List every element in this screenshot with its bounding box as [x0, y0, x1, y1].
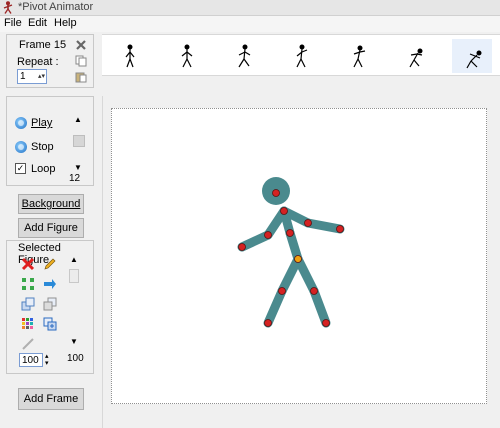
title-bar: *Pivot Animator: [0, 0, 500, 16]
figure-joint-handle[interactable]: [336, 225, 344, 233]
background-button-label[interactable]: Background: [22, 198, 81, 210]
canvas-area: [102, 96, 500, 428]
frame-thumbnail[interactable]: [395, 39, 435, 73]
menu-bar: File Edit Help: [0, 16, 500, 32]
duplicate-figure-icon[interactable]: [43, 317, 57, 331]
delete-figure-icon[interactable]: [21, 257, 35, 271]
send-backward-icon[interactable]: [43, 297, 57, 311]
speed-slider-thumb[interactable]: [73, 135, 85, 147]
add-figure-button[interactable]: Add Figure: [18, 218, 84, 238]
figure-limb[interactable]: [309, 286, 331, 328]
copy-frame-icon[interactable]: [75, 55, 87, 67]
menu-edit[interactable]: Edit: [28, 17, 47, 29]
edit-figure-icon[interactable]: [43, 257, 57, 271]
figure-joint-handle[interactable]: [238, 243, 246, 251]
frame-thumbnail[interactable]: [167, 39, 207, 73]
add-frame-button-label[interactable]: Add Frame: [24, 393, 78, 405]
frame-thumbnail[interactable]: [338, 39, 378, 73]
speed-up-arrow-icon[interactable]: ▲: [74, 115, 82, 124]
stick-figure[interactable]: [112, 109, 488, 405]
figure-pivot-handle[interactable]: [294, 255, 302, 263]
scroll-down-arrow-icon[interactable]: ▼: [70, 337, 78, 346]
background-button[interactable]: Background: [18, 194, 84, 214]
play-label[interactable]: Play: [31, 117, 52, 129]
app-icon: [3, 1, 13, 14]
frame-thumbnail[interactable]: [110, 39, 150, 73]
scrollbar-thumb[interactable]: [69, 269, 79, 283]
speed-slider[interactable]: ▲ ▼: [69, 111, 89, 173]
frame-thumbnail[interactable]: [281, 39, 321, 73]
join-figure-icon[interactable]: [21, 337, 35, 351]
selected-figure-panel: Selected Figure ▲ ▼ 100 ▴ ▾ 100: [6, 240, 94, 374]
frame-info-panel: Frame 15 Repeat : 1 ▴▾: [6, 34, 94, 88]
loop-check-box[interactable]: ✓: [15, 163, 26, 174]
figure-limb[interactable]: [263, 286, 287, 328]
flip-figure-icon[interactable]: [43, 277, 57, 291]
frame-thumbnail-current[interactable]: [452, 39, 492, 73]
add-figure-button-label[interactable]: Add Figure: [24, 222, 78, 234]
scale-input-value[interactable]: 100: [22, 355, 39, 366]
speed-value: 12: [69, 173, 81, 184]
window-title: *Pivot Animator: [18, 1, 94, 13]
figure-limb[interactable]: [237, 230, 273, 252]
frame-thumbnail[interactable]: [224, 39, 264, 73]
delete-frame-icon[interactable]: [75, 39, 87, 51]
scale-spinner-arrows-icon[interactable]: ▴ ▾: [45, 353, 49, 367]
menu-file[interactable]: File: [4, 17, 22, 29]
figure-joint-handle[interactable]: [280, 207, 288, 215]
figure-joint-handle[interactable]: [278, 287, 286, 295]
figure-joint-handle[interactable]: [264, 231, 272, 239]
stop-icon[interactable]: [15, 141, 27, 153]
paste-frame-icon[interactable]: [75, 71, 87, 83]
figure-list-scrollbar[interactable]: ▲ ▼: [67, 255, 81, 349]
figure-joint-handle[interactable]: [304, 219, 312, 227]
repeat-label: Repeat :: [17, 56, 59, 68]
speed-down-arrow-icon[interactable]: ▼: [74, 163, 82, 172]
figure-limbs[interactable]: [237, 177, 345, 328]
play-icon[interactable]: [15, 117, 27, 129]
scale-input[interactable]: 100: [19, 353, 43, 367]
figure-joint-handle[interactable]: [322, 319, 330, 327]
scale-readout: 100: [67, 353, 84, 364]
figure-joint-handle[interactable]: [272, 189, 280, 197]
repeat-value[interactable]: 1: [20, 71, 26, 82]
scroll-up-arrow-icon[interactable]: ▲: [70, 255, 78, 264]
figure-limb[interactable]: [303, 218, 345, 234]
stop-label[interactable]: Stop: [31, 141, 54, 153]
bring-forward-icon[interactable]: [21, 297, 35, 311]
menu-help[interactable]: Help: [54, 17, 77, 29]
color-palette-icon[interactable]: [21, 317, 35, 331]
spinner-arrows-icon[interactable]: ▴▾: [38, 72, 45, 80]
repeat-spinner[interactable]: 1 ▴▾: [17, 69, 47, 84]
figure-joint-handle[interactable]: [310, 287, 318, 295]
animation-canvas[interactable]: [111, 108, 487, 404]
frame-timeline: [102, 34, 500, 76]
playback-panel: Play Stop ✓ Loop ▲ ▼ 12: [6, 96, 94, 186]
loop-label[interactable]: Loop: [31, 163, 55, 175]
figure-joint-handle[interactable]: [264, 319, 272, 327]
figure-limb[interactable]: [293, 254, 319, 296]
figure-joint-handle[interactable]: [286, 229, 294, 237]
center-figure-icon[interactable]: [21, 277, 35, 291]
frame-number-label: Frame 15: [19, 39, 67, 51]
add-frame-button[interactable]: Add Frame: [18, 388, 84, 410]
